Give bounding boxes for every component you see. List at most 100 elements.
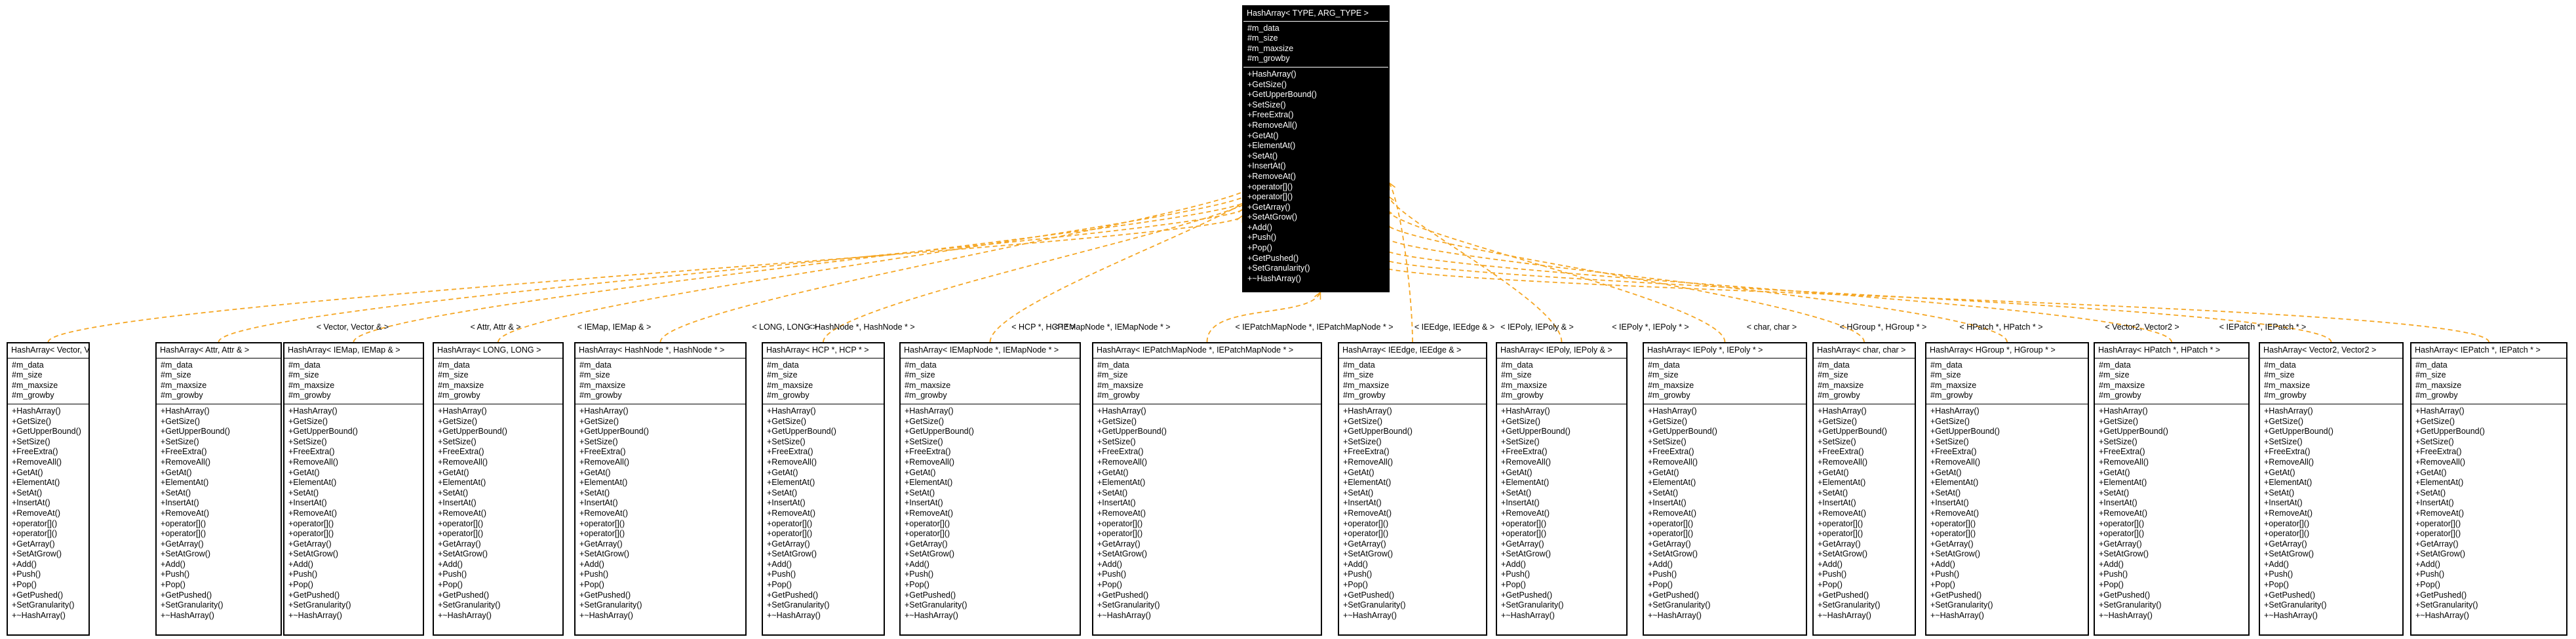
attribute-item: #m_data (1818, 360, 1850, 370)
method-item: +ElementAt() (2099, 478, 2147, 488)
method-item: +ElementAt() (2415, 478, 2464, 488)
template-binding-label: < IEPatchMapNode *, IEPatchMapNode * > (1235, 322, 1394, 332)
method-item: +GetArray() (1097, 539, 1141, 549)
attribute-item: #m_data (1501, 360, 1533, 370)
method-item: +operator[]() (1818, 529, 1864, 539)
attribute-item: #m_size (905, 370, 935, 380)
derived-class-box: HashArray< IEPoly, IEPoly & > #m_data #m_s… (1496, 342, 1628, 636)
method-item: +SetSize() (1648, 436, 1687, 446)
method-item: +operator[]() (12, 529, 58, 539)
method-item: +SetGranularity() (1930, 600, 1993, 610)
derived-class-title: HashArray< HCP *, HCP * > (766, 345, 869, 355)
method-item: +GetUpperBound() (1930, 427, 2000, 436)
base-class-attributes: #m_data #m_size #m_maxsize #m_growby (1243, 20, 1388, 67)
method-item: +Push() (1343, 570, 1373, 579)
attribute-item: #m_size (288, 370, 319, 380)
method-item: +RemoveAll() (905, 457, 955, 467)
attribute-item: #m_growby (767, 391, 810, 400)
method-item: +GetAt() (1648, 467, 1679, 477)
attribute-item: #m_growby (905, 391, 947, 400)
method-item: +Add() (1930, 559, 1955, 569)
attribute-item: #m_size (579, 370, 610, 380)
attribute-item: #m_growby (1818, 391, 1860, 400)
method-item: +SetAtGrow() (2415, 549, 2466, 559)
derived-class-attributes: #m_data #m_size #m_maxsize #m_growby (1926, 357, 2088, 404)
method-item: +GetArray() (288, 539, 332, 549)
method-item: +FreeExtra() (2264, 447, 2311, 457)
method-item: +RemoveAll() (1818, 457, 1868, 467)
attribute-item: #m_maxsize (2099, 380, 2145, 390)
method-item: +GetUpperBound() (438, 427, 507, 436)
method-item: +~HashArray() (161, 610, 214, 620)
derived-class-box: HashArray< IEPoly *, IEPoly * > #m_data #m… (1643, 342, 1807, 636)
method-item: +GetPushed() (2264, 590, 2316, 600)
method-item: +operator[]() (288, 518, 334, 528)
attribute-item: #m_data (2264, 360, 2296, 370)
derived-class-attributes: #m_data #m_size #m_maxsize #m_growby (1339, 357, 1486, 404)
method-item: +GetPushed() (1097, 590, 1149, 600)
method-item: +GetArray() (1930, 539, 1974, 549)
method-item: +RemoveAt() (767, 508, 815, 518)
method-item: +GetAt() (12, 467, 43, 477)
attribute-item: #m_growby (288, 391, 331, 400)
method-item: +ElementAt() (12, 478, 60, 488)
attribute-item: #m_growby (1930, 391, 1973, 400)
method-item: +ElementAt() (288, 478, 337, 488)
method-item: +SetSize() (905, 436, 943, 446)
method-item: +ElementAt() (1930, 478, 1979, 488)
method-item: +FreeExtra() (1501, 447, 1548, 457)
method-item: +Push() (1818, 570, 1847, 579)
attribute-item: #m_data (438, 360, 470, 370)
template-binding-label: < IEPoly *, IEPoly * > (1612, 322, 1689, 332)
method-item: +RemoveAt() (1818, 508, 1866, 518)
method-item: +operator[]() (1930, 518, 1976, 528)
inheritance-edge (353, 201, 1247, 343)
method-item: +ElementAt() (767, 478, 815, 488)
method-item: +operator[]() (1818, 518, 1864, 528)
method-item: +GetUpperBound() (1343, 427, 1413, 436)
method-item: +SetAtGrow() (1343, 549, 1394, 559)
method-item: +SetAt() (1648, 488, 1679, 497)
method-item: +operator[]() (1930, 529, 1976, 539)
method-item: +GetPushed() (1247, 253, 1299, 263)
method-item: +~HashArray() (1818, 610, 1871, 620)
method-item: +Pop() (2264, 580, 2289, 590)
derived-class-title: HashArray< LONG, LONG > (437, 345, 541, 355)
method-item: +FreeExtra() (1247, 110, 1294, 120)
method-item: +GetSize() (288, 416, 328, 426)
attribute-item: #m_size (2415, 370, 2446, 380)
method-item: +RemoveAll() (2415, 457, 2466, 467)
method-item: +RemoveAll() (12, 457, 62, 467)
inheritance-edge (659, 186, 1253, 343)
method-item: +~HashArray() (905, 610, 958, 620)
method-item: +RemoveAll() (161, 457, 211, 467)
method-item: +RemoveAt() (2264, 508, 2313, 518)
method-item: +~HashArray() (288, 610, 342, 620)
method-item: +~HashArray() (2415, 610, 2469, 620)
derived-class-box: HashArray< LONG, LONG > #m_data #m_size #m_… (433, 342, 564, 636)
method-item: +GetArray() (12, 539, 55, 549)
method-item: +GetSize() (767, 416, 807, 426)
method-item: +HashArray() (288, 406, 338, 416)
method-item: +Push() (12, 570, 41, 579)
derived-class-title: HashArray< IEPatch *, IEPatch * > (2415, 345, 2541, 355)
template-binding-label: < IEPoly, IEPoly & > (1500, 322, 1574, 332)
method-item: +SetAtGrow() (905, 549, 955, 559)
method-item: +InsertAt() (438, 498, 477, 508)
method-item: +RemoveAt() (288, 508, 337, 518)
derived-class-box: HashArray< Vector, Vector & > #m_data#m_s… (7, 342, 90, 636)
method-item: +GetUpperBound() (12, 427, 81, 436)
attribute-item: #m_data (905, 360, 937, 370)
method-item: +SetAt() (2415, 488, 2446, 497)
method-item: +HashArray() (1818, 406, 1867, 416)
method-item: +SetGranularity() (1501, 600, 1564, 610)
method-item: +HashArray() (1097, 406, 1146, 416)
method-item: +InsertAt() (1097, 498, 1136, 508)
method-item: +Push() (161, 570, 190, 579)
method-item: +GetSize() (2099, 416, 2139, 426)
method-item: +GetPushed() (12, 590, 64, 600)
derived-class-box: HashArray< IEPatchMapNode *, IEPatchMapN… (1092, 342, 1322, 636)
method-item: +operator[]() (2264, 518, 2310, 528)
derived-class-box: HashArray< HashNode *, HashNode * > #m_da… (574, 342, 747, 636)
method-item: +operator[]() (1501, 529, 1547, 539)
